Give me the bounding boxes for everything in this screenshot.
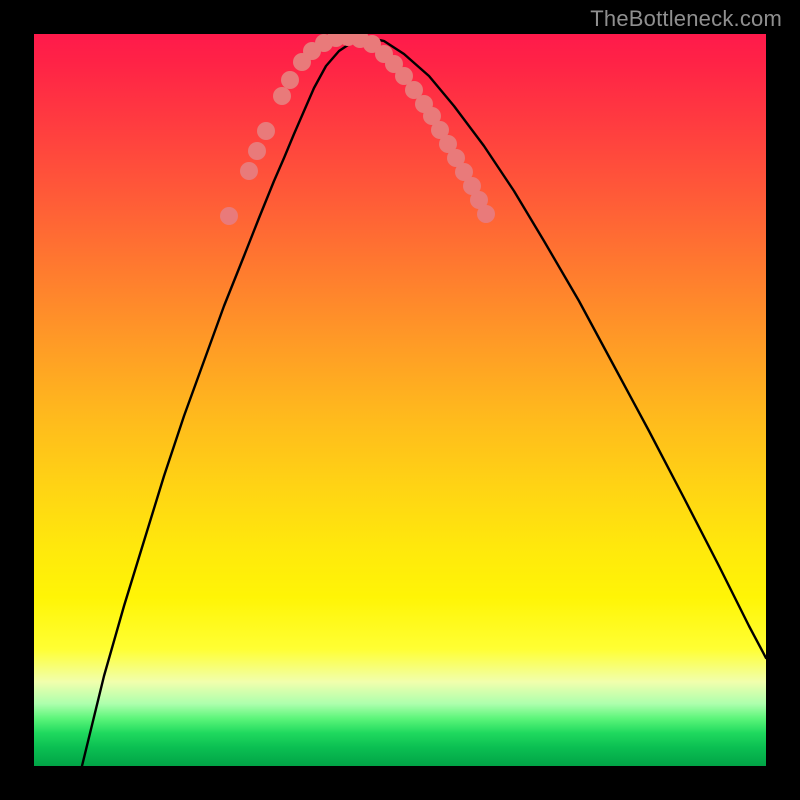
plot-area bbox=[34, 34, 766, 766]
curve-marker bbox=[477, 205, 495, 223]
curve-marker bbox=[248, 142, 266, 160]
curve-marker bbox=[220, 207, 238, 225]
chart-svg bbox=[34, 34, 766, 766]
curve-marker bbox=[257, 122, 275, 140]
highlight-dots bbox=[220, 34, 495, 225]
curve-marker bbox=[281, 71, 299, 89]
attribution-text: TheBottleneck.com bbox=[590, 6, 782, 32]
bottleneck-curve bbox=[82, 38, 766, 766]
curve-marker bbox=[273, 87, 291, 105]
curve-marker bbox=[240, 162, 258, 180]
